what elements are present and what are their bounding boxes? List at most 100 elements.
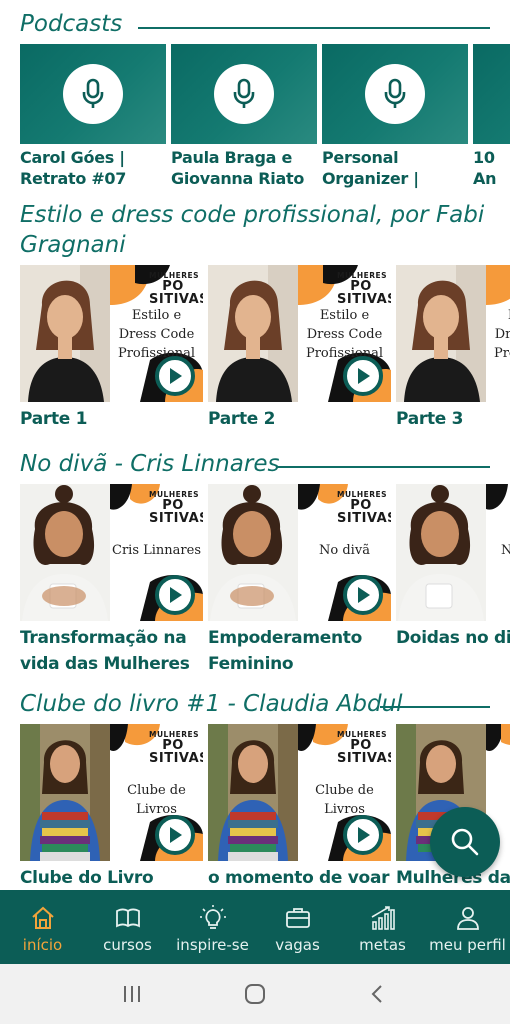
nav-item-meu-perfil[interactable]: meu perfil: [425, 890, 510, 964]
search-icon: [451, 828, 479, 856]
podcast-card[interactable]: Paula Braga e Giovanna Riato |…: [171, 44, 317, 189]
portrait-image: [208, 724, 298, 861]
microphone-icon: [82, 78, 104, 108]
section-title-clube: Clube do livro #1 - Claudia Abdul: [20, 691, 403, 717]
back-icon[interactable]: [366, 982, 390, 1006]
play-button[interactable]: [343, 356, 383, 396]
chart-growth-icon: [371, 906, 395, 930]
portrait-image: [396, 265, 486, 402]
search-fab[interactable]: [430, 807, 500, 877]
video-title[interactable]: Clube do Livro: [20, 865, 203, 890]
thumbnail-text: Estilo e Dress Code Profissional: [493, 308, 510, 361]
podcast-card[interactable]: Carol Góes | Retrato #07: [20, 44, 166, 189]
play-button[interactable]: [343, 575, 383, 615]
podcasts-row[interactable]: Carol Góes | Retrato #07 Paula Braga e G…: [20, 44, 510, 189]
nav-label: início: [22, 936, 63, 954]
section-title-podcasts: Podcasts: [20, 11, 123, 37]
video-title[interactable]: o momento de voar: [208, 865, 391, 890]
video-thumbnail[interactable]: Clube de Livros MULHERES POSITIVAS: [208, 724, 391, 861]
play-icon: [170, 587, 182, 603]
video-card[interactable]: No divã MULHERES POSITIVAS Empoderamento…: [208, 484, 391, 677]
microphone-icon: [233, 78, 255, 108]
section-title-diva: No divã - Cris Linnares: [20, 451, 280, 477]
video-thumbnail[interactable]: Estilo e Dress Code Profissional MULHERE…: [20, 265, 203, 402]
estilo-row[interactable]: Estilo e Dress Code Profissional MULHERE…: [20, 265, 510, 432]
podcast-card[interactable]: 10 An Retra: [473, 44, 510, 189]
video-thumbnail[interactable]: No divã MULHERES POSITIVAS: [208, 484, 391, 621]
title-rule: [277, 466, 490, 468]
clube-row[interactable]: Clube de Livros MULHERES POSITIVAS Clube…: [20, 724, 510, 890]
title-rule: [380, 706, 490, 708]
bottom-navigation: início cursos inspire-se vagas metas meu…: [0, 890, 510, 964]
video-title[interactable]: Parte 1: [20, 406, 203, 432]
play-button[interactable]: [155, 575, 195, 615]
video-card[interactable]: Cris Linnares MULHERES POSITIVAS Transfo…: [20, 484, 203, 677]
video-title[interactable]: Transformação na vida das Mulheres: [20, 625, 203, 677]
microphone-badge: [63, 64, 123, 124]
play-button[interactable]: [155, 815, 195, 855]
diva-row[interactable]: Cris Linnares MULHERES POSITIVAS Transfo…: [20, 484, 510, 677]
video-card[interactable]: Estilo e Dress Code Profissional MULHERE…: [20, 265, 203, 432]
video-card[interactable]: Clube de Livros MULHERES POSITIVAS Clube…: [20, 724, 203, 890]
podcast-thumbnail[interactable]: [171, 44, 317, 144]
video-title[interactable]: Empoderamento Feminino: [208, 625, 391, 677]
mulheres-positivas-logo: MULHERES POSITIVAS: [149, 490, 203, 526]
nav-label: metas: [359, 936, 406, 954]
mulheres-positivas-logo: MULHERES POSITIVAS: [337, 490, 391, 526]
play-button[interactable]: [155, 356, 195, 396]
video-card[interactable]: Estilo e Dress Code Profissional MULHERE…: [208, 265, 391, 432]
video-thumbnail[interactable]: Cris Linnares MULHERES POSITIVAS: [20, 484, 203, 621]
video-card[interactable]: N Doidas no divã: [396, 484, 510, 677]
thumbnail-text: Cris Linnares: [112, 543, 201, 558]
play-button[interactable]: [343, 815, 383, 855]
podcast-thumbnail[interactable]: [20, 44, 166, 144]
system-navigation-bar: [0, 964, 510, 1024]
home-button-icon[interactable]: [243, 982, 267, 1006]
microphone-badge: [214, 64, 274, 124]
play-icon: [358, 368, 370, 384]
thumbnail-text: Estilo e Dress Code Profissional: [117, 308, 196, 361]
video-thumbnail[interactable]: Estilo e Dress Code Profissional: [396, 265, 510, 402]
podcast-thumbnail[interactable]: [322, 44, 468, 144]
podcast-title[interactable]: Paula Braga e Giovanna Riato |…: [171, 147, 317, 189]
podcast-thumbnail[interactable]: [473, 44, 510, 144]
play-icon: [170, 827, 182, 843]
lightbulb-icon: [199, 905, 226, 929]
nav-label: inspire-se: [176, 936, 249, 954]
portrait-image: [208, 484, 298, 621]
thumbnail-text: No divã: [319, 543, 370, 558]
video-thumbnail[interactable]: Estilo e Dress Code Profissional MULHERE…: [208, 265, 391, 402]
thumbnail-text: Clube de Livros: [127, 783, 186, 817]
video-title[interactable]: Doidas no divã: [396, 625, 510, 651]
portrait-image: [20, 724, 110, 861]
briefcase-icon: [285, 908, 310, 928]
video-card[interactable]: Clube de Livros MULHERES POSITIVAS o mom…: [208, 724, 391, 890]
book-icon: [115, 908, 140, 928]
nav-label: cursos: [103, 936, 152, 954]
portrait-image: [20, 265, 110, 402]
nav-item-inicio[interactable]: início: [0, 890, 85, 964]
portrait-image: [20, 484, 110, 621]
title-rule: [138, 27, 490, 29]
video-thumbnail[interactable]: Clube de Livros MULHERES POSITIVAS: [20, 724, 203, 861]
section-title-estilo: Estilo e dress code profissional, por Fa…: [20, 202, 485, 258]
thumbnail-text: Estilo e Dress Code Profissional: [305, 308, 384, 361]
nav-item-metas[interactable]: metas: [340, 890, 425, 964]
nav-item-vagas[interactable]: vagas: [255, 890, 340, 964]
podcast-title[interactable]: Personal Organizer | Retrato #05: [322, 147, 468, 189]
podcast-card[interactable]: Personal Organizer | Retrato #05: [322, 44, 468, 189]
nav-item-cursos[interactable]: cursos: [85, 890, 170, 964]
mulheres-positivas-logo: MULHERES POSITIVAS: [337, 730, 391, 766]
video-title[interactable]: Parte 2: [208, 406, 391, 432]
podcast-title[interactable]: 10 An Retra: [473, 147, 510, 189]
podcast-title[interactable]: Carol Góes | Retrato #07: [20, 147, 166, 189]
microphone-icon: [384, 78, 406, 108]
thumbnail-text: Clube de Livros: [315, 783, 374, 817]
nav-item-inspire-se[interactable]: inspire-se: [170, 890, 255, 964]
video-thumbnail[interactable]: N: [396, 484, 510, 621]
mulheres-positivas-logo: MULHERES POSITIVAS: [149, 271, 203, 307]
mulheres-positivas-logo: MULHERES POSITIVAS: [337, 271, 391, 307]
video-title[interactable]: Parte 3: [396, 406, 510, 432]
video-card[interactable]: Estilo e Dress Code Profissional Parte 3: [396, 265, 510, 432]
recent-apps-icon[interactable]: [120, 983, 144, 1005]
